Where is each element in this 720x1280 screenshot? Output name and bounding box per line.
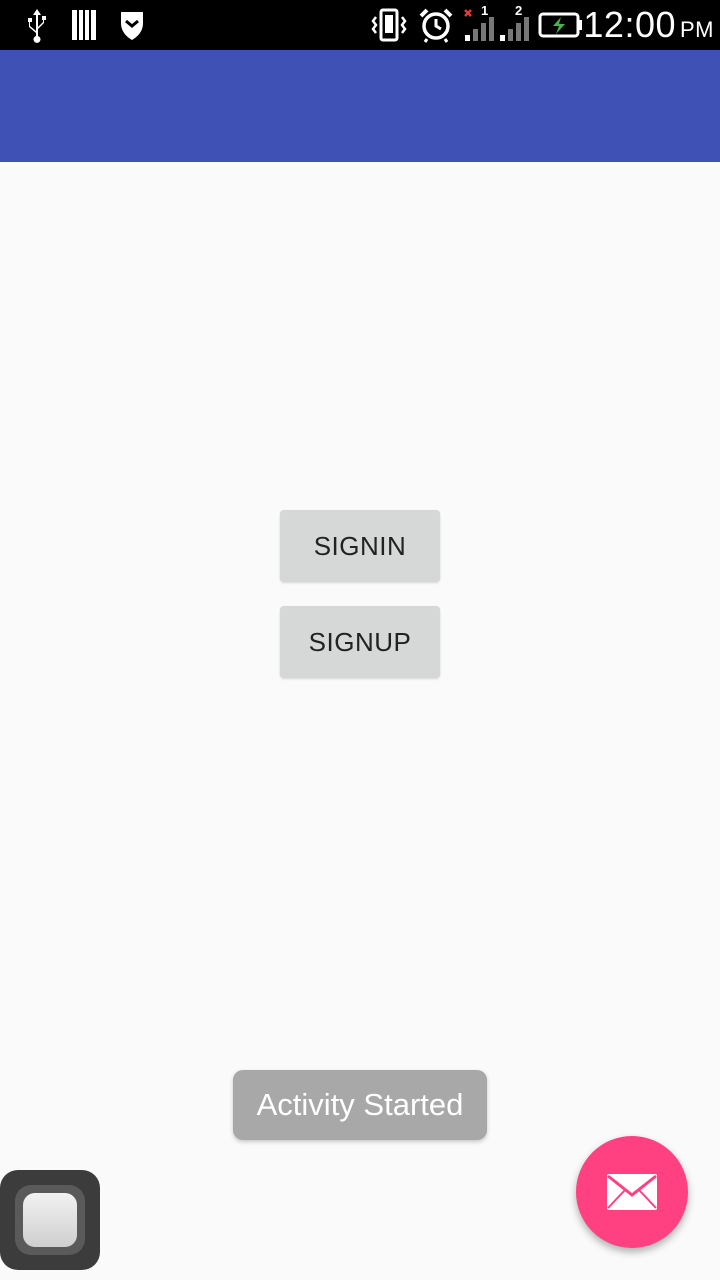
assistive-touch-core xyxy=(23,1193,77,1247)
vibrate-icon xyxy=(371,8,407,42)
mail-icon xyxy=(607,1174,657,1210)
status-time: 12:00 PM xyxy=(583,4,714,51)
mail-fab-button[interactable] xyxy=(576,1136,688,1248)
shield-icon xyxy=(121,12,143,40)
status-bar: 1 2 12:00 PM xyxy=(0,0,720,50)
toast-message: Activity Started xyxy=(233,1070,487,1140)
status-time-value: 12:00 xyxy=(583,4,676,45)
app-bar xyxy=(0,50,720,162)
signup-button[interactable]: SIGNUP xyxy=(280,606,440,678)
assistive-touch-icon xyxy=(15,1185,85,1255)
sim1-label: 1 xyxy=(481,3,489,18)
screen: 1 2 12:00 PM SIGNIN SIGNUP Activity Start… xyxy=(0,0,720,1280)
status-time-ampm: PM xyxy=(680,17,714,42)
sim-card-icon xyxy=(72,10,96,40)
signin-button[interactable]: SIGNIN xyxy=(280,510,440,582)
sim2-label: 2 xyxy=(515,3,523,18)
alarm-icon xyxy=(419,8,453,43)
battery-charging-icon xyxy=(538,12,582,38)
usb-icon xyxy=(28,9,46,43)
assistive-touch-button[interactable] xyxy=(0,1170,100,1270)
